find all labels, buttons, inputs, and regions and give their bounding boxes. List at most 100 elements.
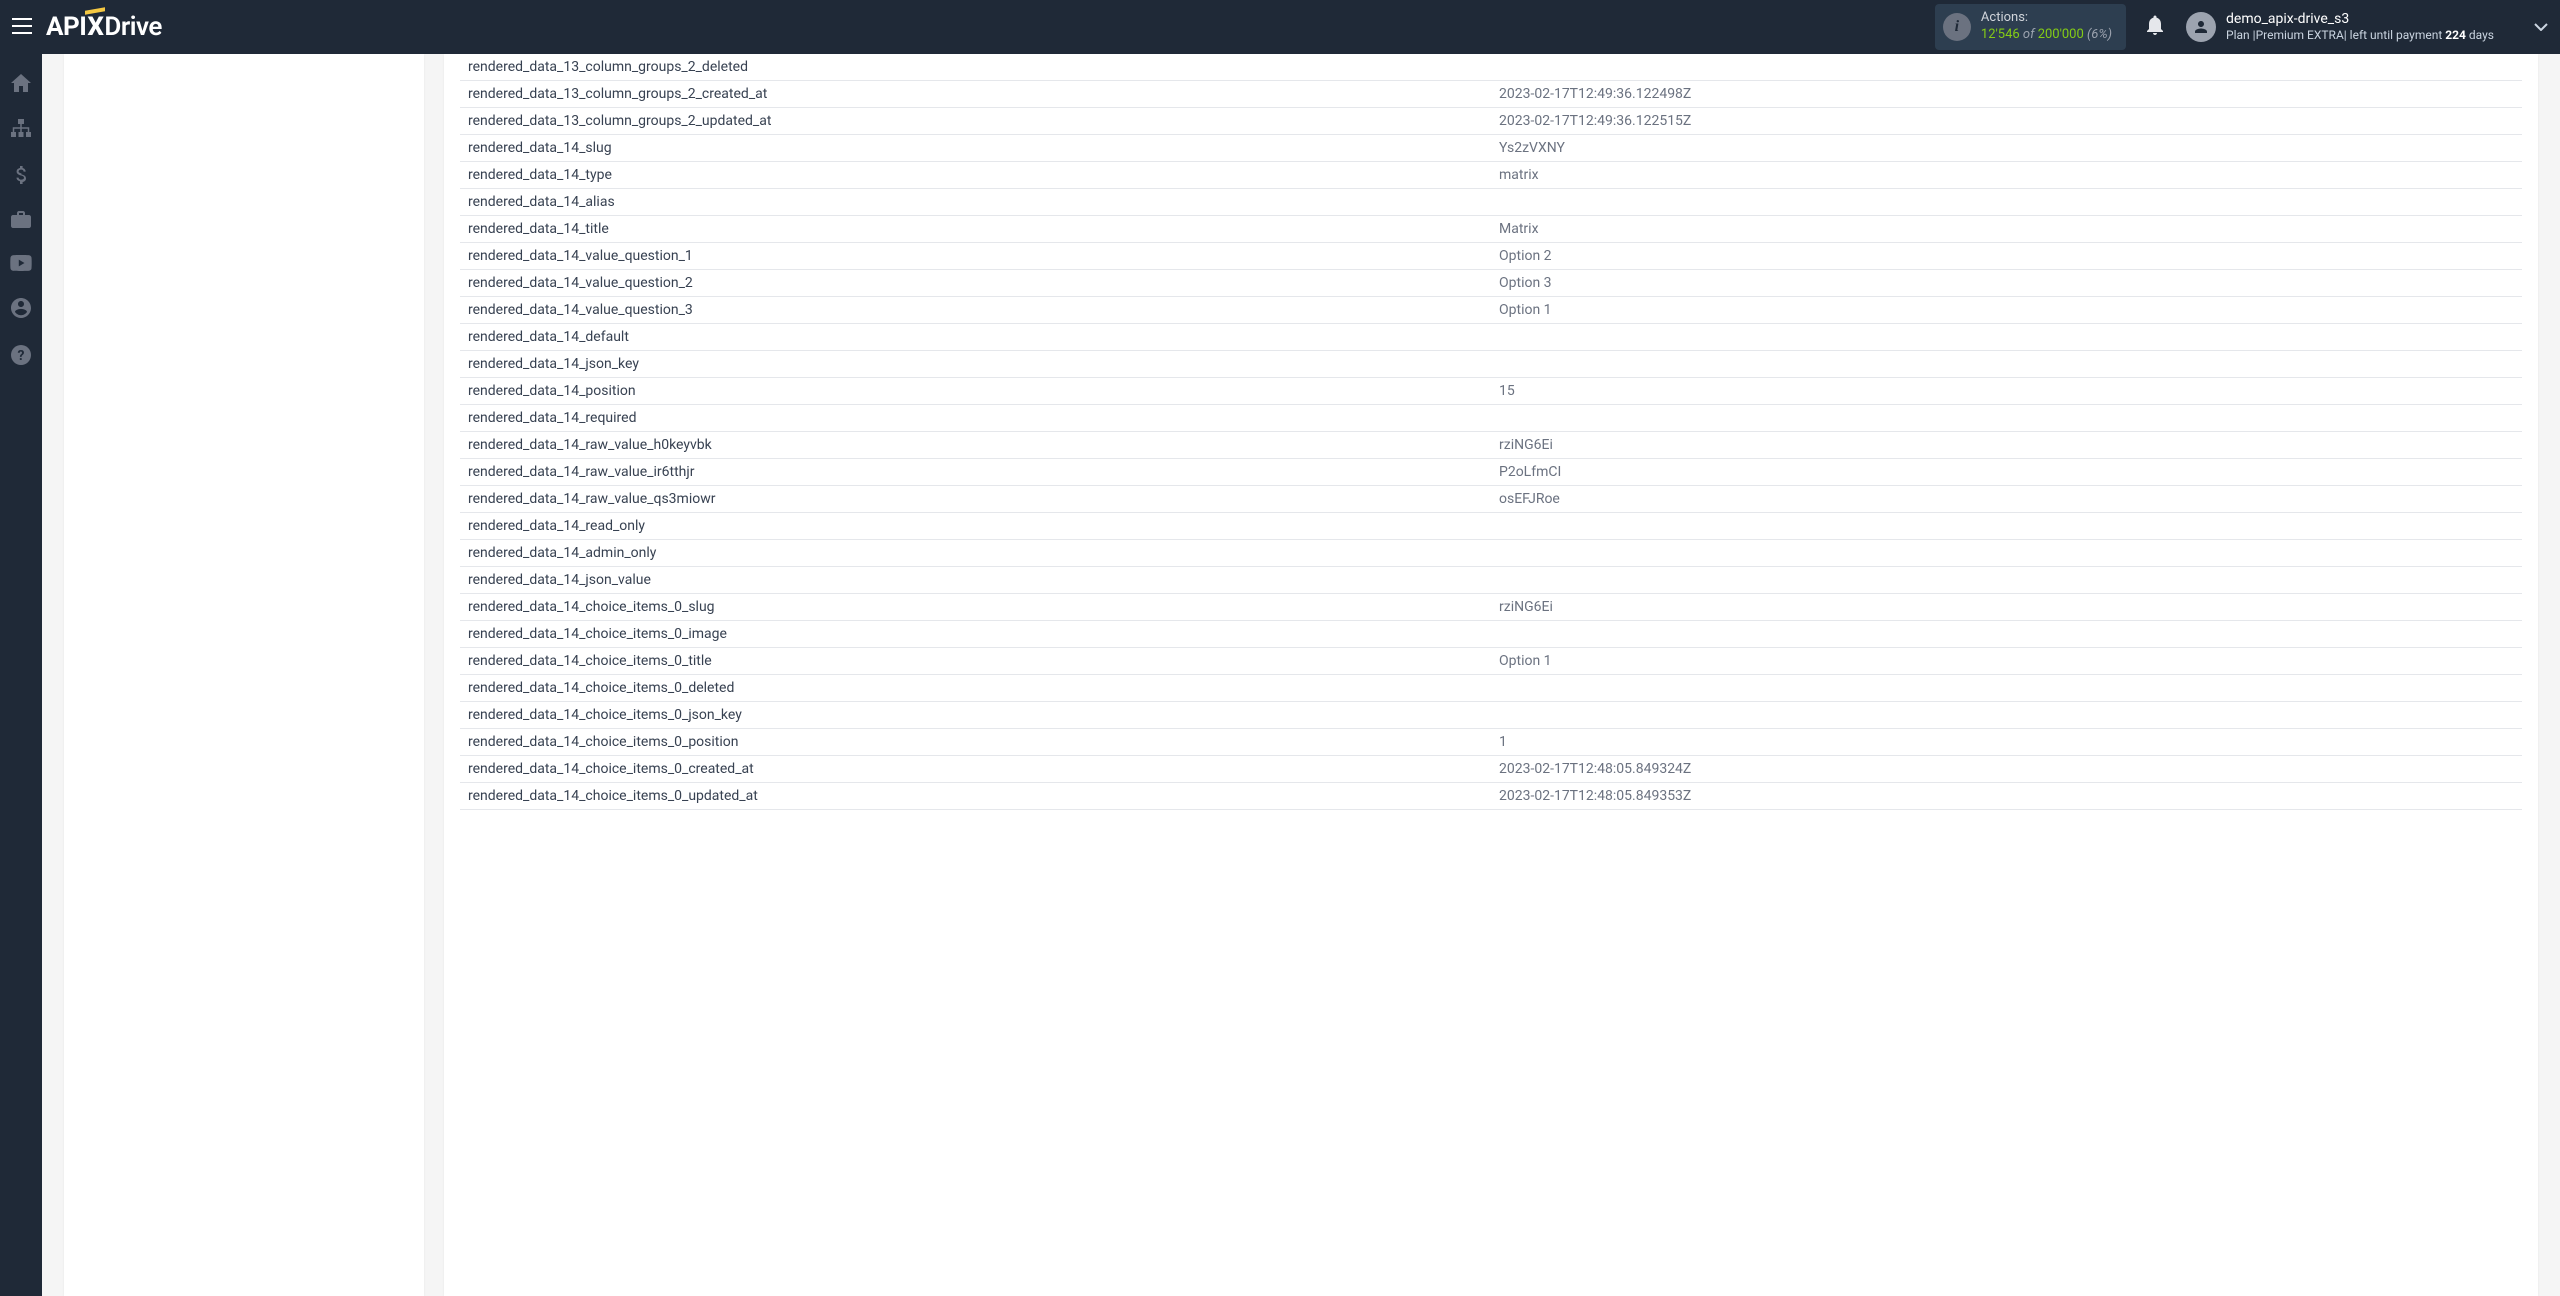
logo-x-icon: [87, 12, 103, 42]
row-value: [1491, 567, 2522, 594]
row-key: rendered_data_14_value_question_3: [460, 297, 1491, 324]
row-key: rendered_data_14_raw_value_ir6tthjr: [460, 459, 1491, 486]
table-row: rendered_data_14_titleMatrix: [460, 216, 2522, 243]
table-row: rendered_data_14_choice_items_0_updated_…: [460, 783, 2522, 810]
row-value: [1491, 621, 2522, 648]
row-value: 15: [1491, 378, 2522, 405]
row-key: rendered_data_13_column_groups_2_created…: [460, 81, 1491, 108]
question-icon[interactable]: ?: [9, 345, 33, 370]
header: API Drive i Actions: 12'546 of 200'000 (6…: [0, 0, 2560, 54]
user-text: demo_apix-drive_s3 Plan |Premium EXTRA| …: [2226, 10, 2494, 44]
table-row: rendered_data_14_typematrix: [460, 162, 2522, 189]
actions-counter[interactable]: i Actions: 12'546 of 200'000 (6%): [1935, 4, 2126, 50]
briefcase-icon[interactable]: [9, 211, 33, 233]
table-row: rendered_data_14_raw_value_ir6tthjrP2oLf…: [460, 459, 2522, 486]
row-value: P2oLfmCI: [1491, 459, 2522, 486]
youtube-icon[interactable]: [9, 255, 33, 276]
avatar-icon: [2186, 12, 2216, 42]
logo[interactable]: API Drive: [46, 12, 162, 42]
actions-total: 200'000: [2038, 27, 2084, 42]
table-row: rendered_data_14_choice_items_0_position…: [460, 729, 2522, 756]
actions-label: Actions:: [1981, 10, 2112, 27]
table-row: rendered_data_14_read_only: [460, 513, 2522, 540]
row-key: rendered_data_14_default: [460, 324, 1491, 351]
row-value: 2023-02-17T12:49:36.122515Z: [1491, 108, 2522, 135]
table-row: rendered_data_14_choice_items_0_created_…: [460, 756, 2522, 783]
user-circle-icon[interactable]: [9, 298, 33, 323]
row-value: [1491, 54, 2522, 81]
logo-drive: Drive: [104, 12, 161, 42]
row-key: rendered_data_14_slug: [460, 135, 1491, 162]
plan-days: 224: [2445, 28, 2466, 42]
table-row: rendered_data_14_slugYs2zVXNY: [460, 135, 2522, 162]
table-row: rendered_data_14_position15: [460, 378, 2522, 405]
row-value: Option 2: [1491, 243, 2522, 270]
row-key: rendered_data_14_choice_items_0_image: [460, 621, 1491, 648]
row-key: rendered_data_14_title: [460, 216, 1491, 243]
row-key: rendered_data_14_choice_items_0_position: [460, 729, 1491, 756]
row-key: rendered_data_14_admin_only: [460, 540, 1491, 567]
table-row: rendered_data_14_choice_items_0_slugrziN…: [460, 594, 2522, 621]
table-row: rendered_data_14_raw_value_qs3miowrosEFJ…: [460, 486, 2522, 513]
table-row: rendered_data_13_column_groups_2_updated…: [460, 108, 2522, 135]
info-icon: i: [1943, 13, 1971, 41]
user-name: demo_apix-drive_s3: [2226, 10, 2494, 28]
row-key: rendered_data_14_position: [460, 378, 1491, 405]
row-key: rendered_data_14_choice_items_0_json_key: [460, 702, 1491, 729]
row-key: rendered_data_14_value_question_1: [460, 243, 1491, 270]
menu-toggle-icon[interactable]: [12, 15, 32, 39]
table-row: rendered_data_14_raw_value_h0keyvbkrziNG…: [460, 432, 2522, 459]
table-row: rendered_data_14_choice_items_0_titleOpt…: [460, 648, 2522, 675]
row-value: [1491, 513, 2522, 540]
table-row: rendered_data_14_admin_only: [460, 540, 2522, 567]
table-row: rendered_data_14_choice_items_0_image: [460, 621, 2522, 648]
plan-days-suffix: days: [2466, 28, 2494, 42]
row-key: rendered_data_13_column_groups_2_updated…: [460, 108, 1491, 135]
svg-text:?: ?: [18, 348, 25, 364]
row-key: rendered_data_13_column_groups_2_deleted: [460, 54, 1491, 81]
table-row: rendered_data_14_default: [460, 324, 2522, 351]
row-value: Option 3: [1491, 270, 2522, 297]
row-value: [1491, 702, 2522, 729]
row-key: rendered_data_14_choice_items_0_title: [460, 648, 1491, 675]
logo-api: API: [46, 12, 86, 42]
table-row: rendered_data_13_column_groups_2_created…: [460, 81, 2522, 108]
row-value: Option 1: [1491, 648, 2522, 675]
data-table: rendered_data_13_column_groups_2_deleted…: [460, 54, 2522, 810]
row-value: [1491, 324, 2522, 351]
row-value: [1491, 351, 2522, 378]
row-key: rendered_data_14_raw_value_qs3miowr: [460, 486, 1491, 513]
row-key: rendered_data_14_alias: [460, 189, 1491, 216]
row-value: [1491, 675, 2522, 702]
chevron-down-icon: [2534, 19, 2548, 35]
row-key: rendered_data_14_type: [460, 162, 1491, 189]
actions-text: Actions: 12'546 of 200'000 (6%): [1981, 10, 2112, 44]
dollar-icon[interactable]: [9, 164, 33, 189]
user-menu[interactable]: demo_apix-drive_s3 Plan |Premium EXTRA| …: [2186, 10, 2548, 44]
table-row: rendered_data_13_column_groups_2_deleted: [460, 54, 2522, 81]
data-panel: rendered_data_13_column_groups_2_deleted…: [444, 54, 2538, 1296]
actions-count: 12'546: [1981, 27, 2020, 42]
left-panel: [64, 54, 424, 1296]
table-row: rendered_data_14_value_question_1Option …: [460, 243, 2522, 270]
plan-mid: | left until payment: [2344, 28, 2446, 42]
bell-icon[interactable]: [2146, 15, 2164, 40]
table-row: rendered_data_14_alias: [460, 189, 2522, 216]
row-value: Ys2zVXNY: [1491, 135, 2522, 162]
row-value: rziNG6Ei: [1491, 432, 2522, 459]
table-row: rendered_data_14_choice_items_0_json_key: [460, 702, 2522, 729]
row-key: rendered_data_14_choice_items_0_slug: [460, 594, 1491, 621]
row-key: rendered_data_14_choice_items_0_deleted: [460, 675, 1491, 702]
table-row: rendered_data_14_value_question_2Option …: [460, 270, 2522, 297]
row-value: rziNG6Ei: [1491, 594, 2522, 621]
table-row: rendered_data_14_value_question_3Option …: [460, 297, 2522, 324]
sitemap-icon[interactable]: [9, 119, 33, 142]
home-icon[interactable]: [9, 74, 33, 97]
row-value: 2023-02-17T12:48:05.849324Z: [1491, 756, 2522, 783]
sidebar: ?: [0, 54, 42, 1296]
row-value: [1491, 405, 2522, 432]
actions-percent: (6%): [2084, 27, 2112, 42]
row-value: Matrix: [1491, 216, 2522, 243]
row-key: rendered_data_14_json_value: [460, 567, 1491, 594]
plan-prefix: Plan |: [2226, 28, 2256, 42]
